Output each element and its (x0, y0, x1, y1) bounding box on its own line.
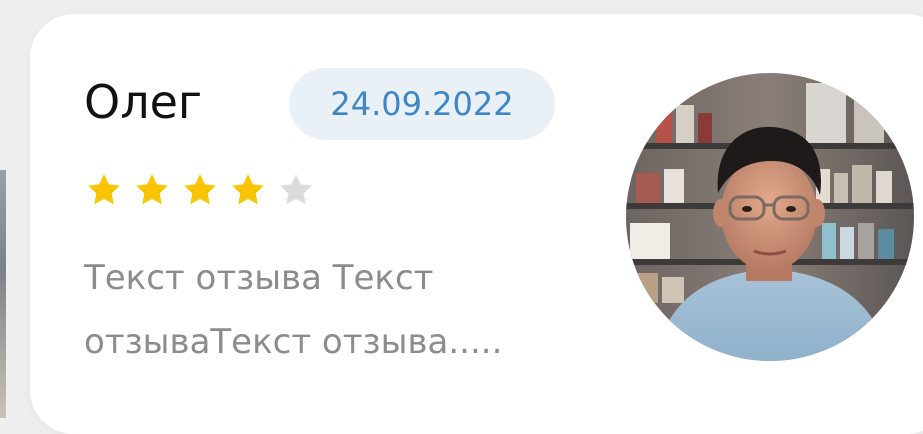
review-text-line-1: Текст отзыва Текст (84, 258, 434, 298)
review-text: Текст отзыва Текст отзываТекст отзыва...… (84, 246, 604, 374)
star-icon (136, 174, 168, 205)
star-icon (280, 174, 312, 205)
review-text-line-2: отзываТекст отзыва..... (84, 322, 503, 362)
star-icon (184, 174, 216, 205)
review-date-badge: 24.09.2022 (289, 68, 555, 140)
review-date: 24.09.2022 (330, 85, 514, 123)
reviewer-avatar (626, 73, 914, 361)
star-icon (232, 174, 264, 205)
star-rating (84, 170, 316, 210)
star-icon (88, 174, 120, 205)
reviewer-name: Олег (84, 75, 203, 129)
background-photo-left (0, 170, 6, 418)
